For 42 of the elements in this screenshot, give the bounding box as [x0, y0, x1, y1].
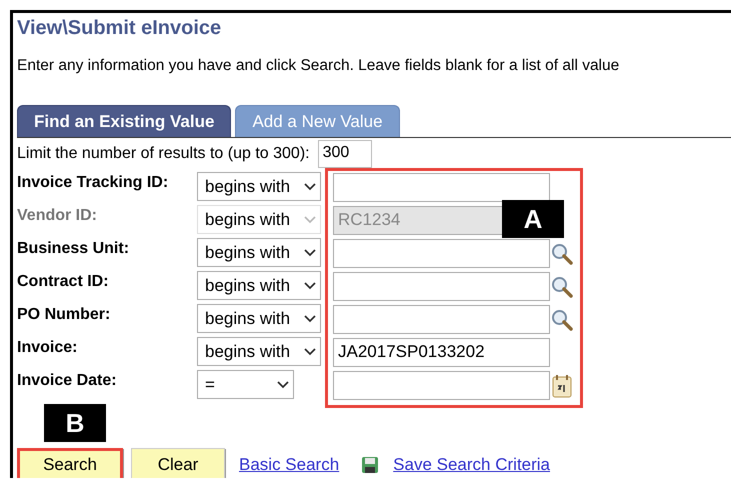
- clear-button[interactable]: Clear: [131, 448, 225, 478]
- field-label: Business Unit:: [17, 239, 130, 258]
- chevron-icon: [304, 182, 316, 190]
- callout-tooltip: A: [502, 200, 564, 238]
- calendar-icon[interactable]: [552, 374, 572, 398]
- chevron-icon: [304, 216, 316, 224]
- chevron-icon: [304, 248, 316, 256]
- chevron-icon: [277, 380, 289, 388]
- search-icon[interactable]: [551, 242, 573, 264]
- field-label: Invoice Tracking ID:: [17, 173, 170, 192]
- save-search-link[interactable]: Save Search Criteria: [393, 454, 550, 474]
- operator-dropdown[interactable]: begins with: [197, 172, 321, 201]
- instructions-text: Enter any information you have and click Search. Leave fields blank for a list of all value: [17, 57, 620, 75]
- search-button[interactable]: Search: [17, 448, 123, 478]
- chevron-icon: [304, 348, 316, 356]
- limit-field[interactable]: 300: [318, 140, 372, 168]
- callout-tooltip: B: [44, 404, 106, 442]
- page-title: View\Submit eInvoice: [17, 16, 222, 41]
- field-label: PO Number:: [17, 305, 112, 324]
- search-icon[interactable]: [551, 276, 573, 298]
- input-field[interactable]: JA2017SP0133202: [333, 338, 550, 367]
- chevron-icon: [304, 282, 316, 290]
- input-field[interactable]: [333, 173, 550, 202]
- input-field[interactable]: [333, 272, 550, 301]
- input-field[interactable]: [333, 305, 550, 334]
- operator-dropdown[interactable]: begins with: [197, 337, 321, 366]
- operator-dropdown[interactable]: =: [197, 370, 294, 399]
- chevron-icon: [304, 314, 316, 322]
- search-icon[interactable]: [551, 308, 573, 330]
- operator-dropdown[interactable]: begins with: [197, 304, 321, 333]
- input-field[interactable]: [333, 239, 550, 268]
- field-label: Vendor ID:: [17, 206, 98, 225]
- limit-label: Limit the number of results to (up to 300):: [17, 145, 310, 163]
- field-label: Invoice Date:: [17, 371, 118, 390]
- field-label: Invoice:: [17, 338, 78, 357]
- field-label: Contract ID:: [17, 272, 110, 291]
- save-icon[interactable]: [361, 456, 380, 474]
- basic-search-link[interactable]: Basic Search: [239, 454, 340, 474]
- operator-dropdown[interactable]: begins with: [197, 271, 321, 300]
- tab[interactable]: Find an Existing Value: [17, 105, 232, 137]
- operator-dropdown[interactable]: begins with: [197, 238, 321, 267]
- input-field[interactable]: [333, 371, 550, 400]
